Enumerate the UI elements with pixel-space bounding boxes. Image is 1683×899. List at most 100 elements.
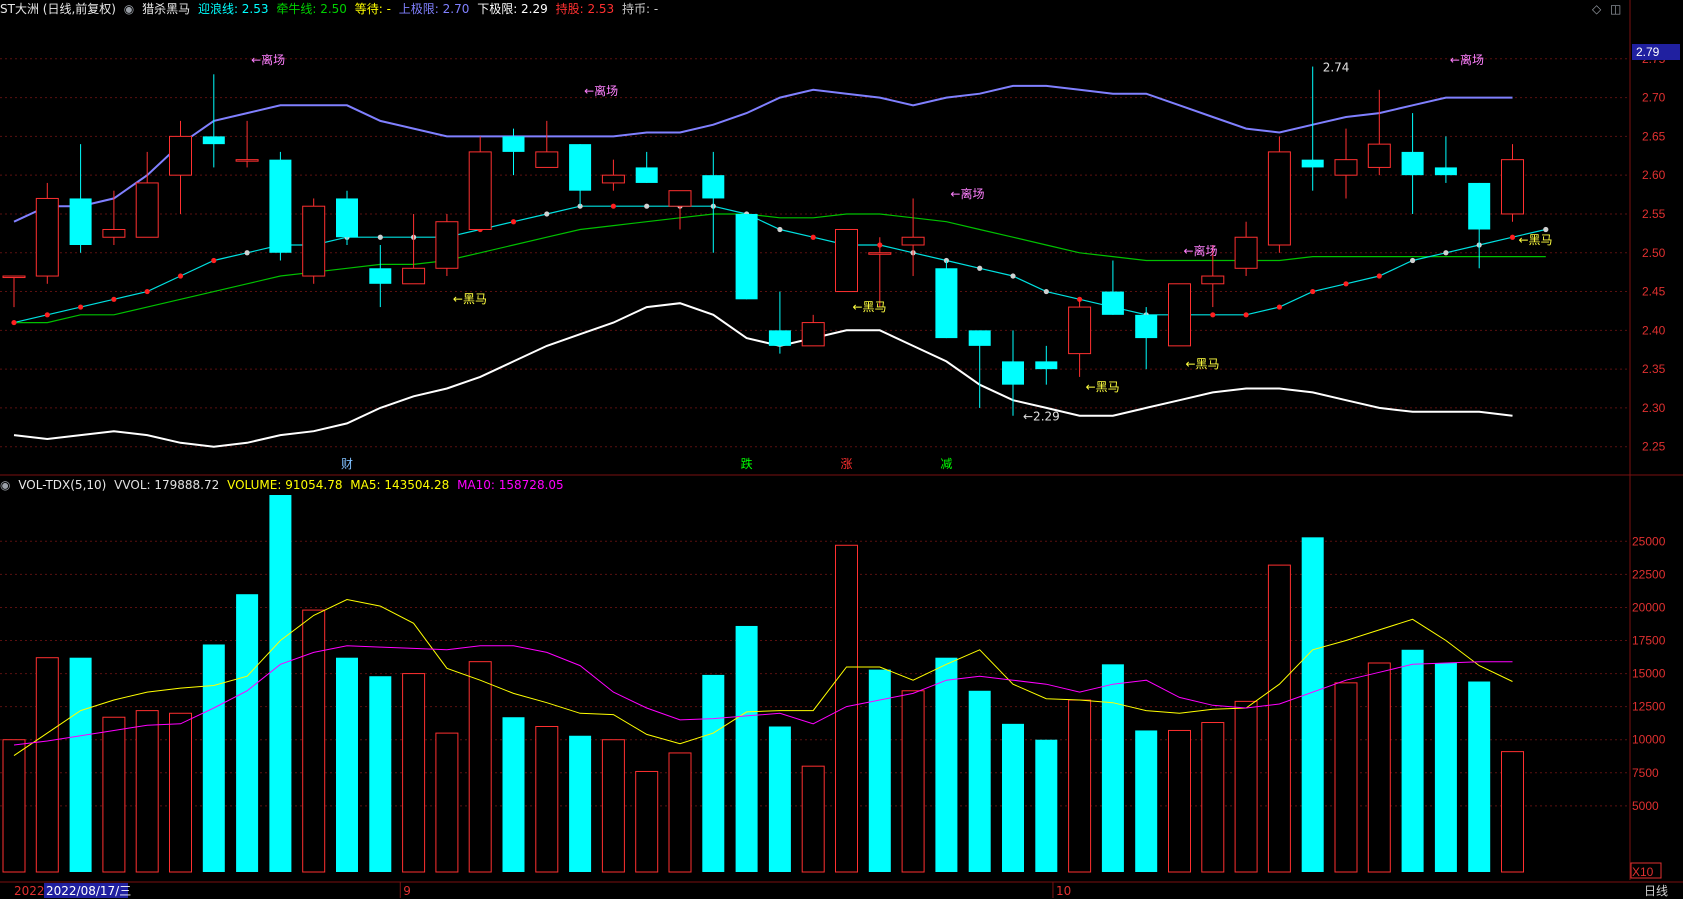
mid-line-dot (1543, 226, 1549, 233)
volume-bar-down (935, 657, 958, 872)
mid-line-dot (1310, 288, 1316, 295)
candle-body-up (668, 190, 692, 207)
bands (11, 84, 1549, 448)
candles (2, 66, 1524, 416)
mid-line-dot (244, 250, 250, 256)
candle-body-down (635, 167, 658, 183)
candle-body-down (1035, 361, 1058, 370)
volume-bar-up (1201, 722, 1225, 873)
price-tick-label: 2.25 (1642, 440, 1666, 454)
volume-bar-up (2, 739, 26, 873)
volume-bar-down (1301, 537, 1324, 872)
volume-bar-up (1334, 682, 1358, 873)
high-price-label: 2.74 (1323, 61, 1350, 75)
price-tick-label: 2.55 (1642, 207, 1666, 221)
volume-bar-up (1234, 700, 1258, 873)
price-tick-label: 2.45 (1642, 285, 1666, 299)
volume-bar-up (835, 544, 858, 873)
volume-bar-down (1401, 649, 1424, 872)
volume-tick-label: 10000 (1632, 733, 1666, 747)
candle-body-down (269, 159, 292, 253)
candle-body-down (1135, 314, 1158, 339)
mid-line-dot (177, 273, 184, 279)
volume-tick-label: 22500 (1632, 567, 1666, 581)
price-tick-label: 2.35 (1642, 362, 1666, 376)
month-label: 9 (403, 884, 411, 898)
event-marker: 涨 (841, 456, 853, 471)
volume-bar-down (269, 495, 292, 872)
volume-bar-down (1101, 664, 1124, 872)
mid-line-dot (1443, 250, 1449, 256)
candle-body-up (302, 205, 326, 277)
volume-tick-label: 5000 (1632, 799, 1659, 813)
volume-bar-down (236, 594, 259, 872)
candle-body-down (369, 268, 392, 284)
candle-body-down (569, 144, 592, 191)
candle-body-up (435, 221, 459, 269)
volume-bar-up (1501, 751, 1524, 873)
date-cursor-label: 2022/08/17/三 (46, 884, 131, 898)
volume-bar-up (901, 690, 925, 873)
volume-bar-down (1468, 681, 1491, 872)
volume-bars (2, 495, 1524, 873)
mid-line-dot (777, 226, 783, 233)
volume-bar-up (1267, 564, 1291, 873)
mid-line-dot (111, 296, 117, 302)
volume-bar-up (535, 725, 559, 873)
candle-body-up (135, 182, 159, 238)
mid-line-dot (1343, 281, 1349, 287)
candle-body-up (2, 275, 26, 279)
volume-tick-label: 17500 (1632, 634, 1666, 648)
leave-signal-label: ←离场 (251, 52, 285, 67)
candle-body-down (69, 198, 92, 245)
period-label[interactable]: 日线 (1644, 884, 1668, 898)
candle-body-down (336, 198, 358, 238)
volume-bar-down (968, 690, 991, 872)
leave-signal-label: ←离场 (950, 186, 984, 201)
volume-bar-down (1135, 730, 1158, 872)
candle-body-up (535, 151, 559, 168)
mid-line-dot (544, 211, 550, 217)
mid-line-dot (377, 234, 383, 240)
volume-bar-down (502, 717, 525, 872)
candle-body-up (1267, 151, 1291, 246)
event-marker: 财 (341, 457, 353, 471)
candle-body-up (835, 228, 858, 293)
leave-signal-label: ←离场 (1184, 243, 1218, 258)
mid-line-dot (78, 304, 84, 310)
candle-body-up (1334, 159, 1358, 176)
mid-line-dot (1410, 257, 1416, 264)
volume-bar-up (102, 716, 126, 873)
candle-body-up (468, 151, 492, 230)
volume-bar-up (435, 732, 459, 873)
volume-bar-up (302, 609, 326, 873)
mid-line-dot (644, 203, 650, 209)
stock-chart[interactable]: ←离场 ←离场 ←离场 ←离场 ←离场 ←黑马 ←黑马 ←黑马 ←黑马 ←黑马 2.74 ←2.29 财… (0, 0, 1683, 899)
dark-horse-label: ←黑马 (1086, 380, 1120, 394)
dark-horse-label: ←黑马 (853, 300, 887, 314)
volume-tick-label: 20000 (1632, 600, 1666, 614)
mid-line-dot (610, 203, 617, 209)
volume-bar-up (801, 765, 825, 873)
volume-bar-down (202, 644, 225, 872)
candle-body-up (1068, 306, 1092, 355)
price-tick-label: 2.70 (1642, 91, 1666, 105)
volume-bar-down (1434, 662, 1457, 872)
candle-body-down (502, 136, 525, 152)
volume-bar-up (35, 657, 59, 873)
candle-body-down (935, 268, 958, 339)
volume-tick-label: 7500 (1632, 766, 1659, 780)
candle-body-down (1468, 182, 1491, 230)
candle-body-up (1501, 159, 1524, 215)
event-marker: 减 (940, 457, 952, 471)
candle-body-up (235, 159, 259, 162)
volume-bar-up (668, 752, 692, 873)
volume-bar-down (735, 625, 758, 872)
volume-bar-down (702, 674, 725, 872)
dark-horse-label: ←黑马 (453, 292, 487, 306)
lower-band-line (13, 302, 1513, 448)
candle-body-up (901, 236, 925, 246)
price-tick-label: 2.40 (1642, 323, 1666, 337)
volume-bar-up (1367, 662, 1391, 873)
candle-body-up (1201, 275, 1225, 285)
